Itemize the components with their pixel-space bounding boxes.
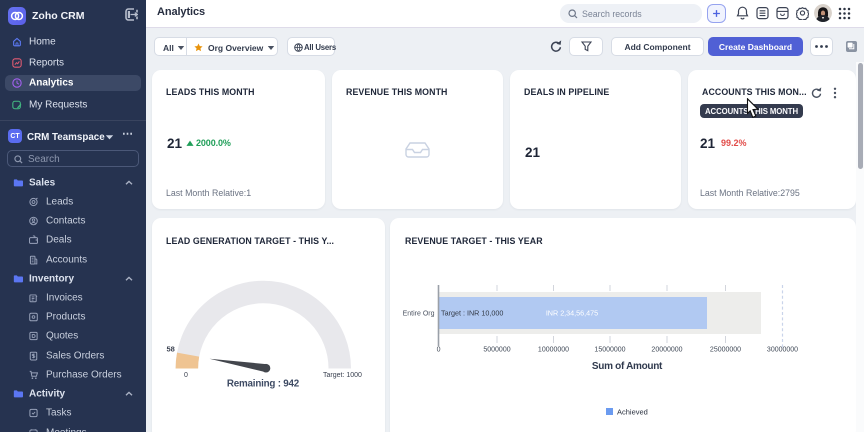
svg-text:58: 58 <box>167 345 175 354</box>
svg-text:Target: 1000: Target: 1000 <box>323 372 362 379</box>
svg-text:15000000: 15000000 <box>594 347 625 354</box>
svg-text:10000000: 10000000 <box>538 347 569 354</box>
svg-text:Entire Org: Entire Org <box>403 311 435 318</box>
svg-text:Sum of Amount: Sum of Amount <box>592 361 663 372</box>
svg-text:Remaining : 942: Remaining : 942 <box>227 379 300 390</box>
svg-text:0: 0 <box>437 347 441 354</box>
svg-text:20000000: 20000000 <box>651 347 682 354</box>
svg-text:INR 2,34,56,475: INR 2,34,56,475 <box>546 309 598 318</box>
svg-text:5000000: 5000000 <box>483 347 510 354</box>
svg-text:30000000: 30000000 <box>767 347 798 354</box>
svg-text:0: 0 <box>184 372 188 379</box>
svg-text:Achieved: Achieved <box>617 408 648 417</box>
svg-text:Target : INR 10,000: Target : INR 10,000 <box>441 309 503 318</box>
svg-text:25000000: 25000000 <box>710 347 741 354</box>
